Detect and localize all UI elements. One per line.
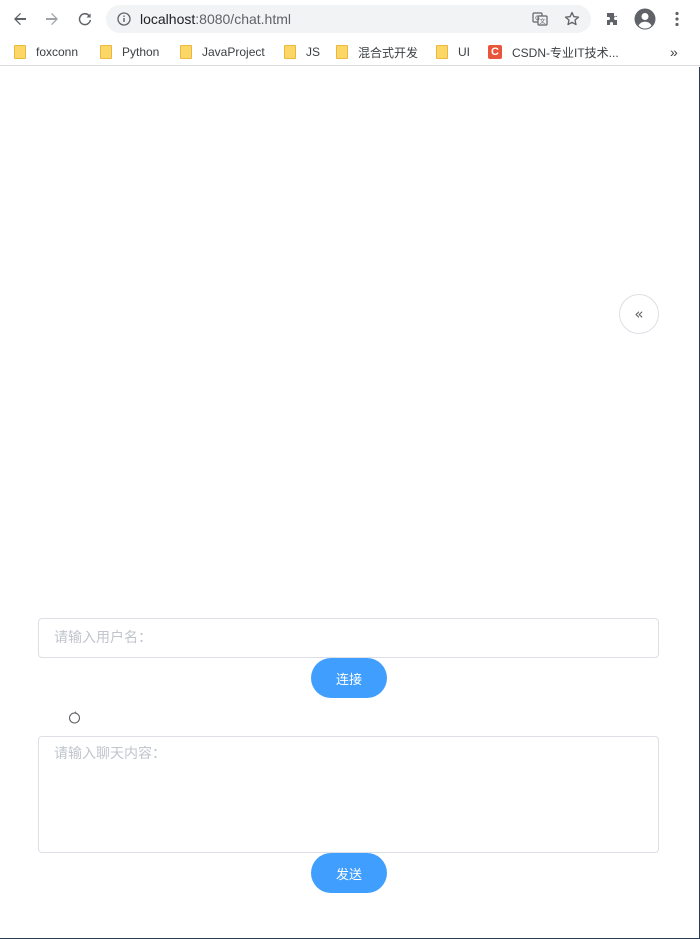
folder-icon [100, 45, 112, 59]
menu-icon[interactable] [665, 7, 689, 31]
bookmark-csdn[interactable]: C CSDN-专业IT技术... [488, 43, 619, 61]
folder-icon [180, 45, 192, 59]
message-textarea[interactable] [38, 736, 659, 853]
folder-icon [14, 45, 26, 59]
send-button[interactable]: 发送 [311, 853, 387, 893]
extensions-icon[interactable] [601, 7, 625, 31]
bookmark-python[interactable]: Python [100, 43, 159, 61]
url-text: localhost:8080/chat.html [140, 11, 291, 27]
address-bar[interactable]: localhost:8080/chat.html 文G [106, 5, 591, 33]
info-icon[interactable] [114, 9, 134, 29]
translate-icon[interactable]: 文G [530, 9, 550, 29]
bookmark-label: UI [458, 45, 470, 59]
reload-icon[interactable] [73, 7, 97, 31]
bookmark-foxconn[interactable]: foxconn [14, 43, 78, 61]
bookmark-label: JS [306, 45, 321, 59]
svg-text:G: G [535, 15, 540, 22]
folder-icon [284, 45, 296, 59]
bookmark-ui[interactable]: UI [436, 43, 470, 61]
chat-page: « 连接 发送 [0, 67, 700, 939]
svg-text:文: 文 [539, 18, 545, 26]
url-host: localhost [140, 11, 196, 27]
star-icon[interactable] [562, 9, 582, 29]
folder-icon [336, 45, 348, 59]
bookmark-javaproject[interactable]: JavaProject [180, 43, 265, 61]
bookmark-label: Python [122, 45, 160, 59]
double-chevron-left-icon: « [634, 305, 644, 323]
emoji-icon[interactable] [67, 710, 81, 724]
bookmark-hybrid-dev[interactable]: 混合式开发 [336, 43, 418, 61]
connect-button[interactable]: 连接 [311, 658, 387, 698]
csdn-icon: C [488, 45, 502, 59]
bookmark-label: 混合式开发 [358, 45, 419, 60]
back-icon[interactable] [8, 7, 32, 31]
bookmark-js[interactable]: JS [284, 43, 320, 61]
collapse-toggle-button[interactable]: « [619, 294, 659, 334]
bookmark-label: JavaProject [202, 45, 265, 59]
bookmarks-bar: foxconn Python JavaProject JS 混合式开发 UI C… [0, 38, 700, 66]
forward-icon[interactable] [40, 7, 64, 31]
profile-icon[interactable] [633, 7, 657, 31]
url-path: :8080/chat.html [195, 11, 291, 27]
bookmarks-overflow-button[interactable]: » [670, 43, 678, 61]
browser-toolbar: localhost:8080/chat.html 文G [0, 0, 700, 38]
bookmark-label: CSDN-专业IT技术... [512, 45, 619, 60]
bookmark-label: foxconn [36, 45, 79, 59]
username-input[interactable] [38, 618, 659, 658]
folder-icon [436, 45, 448, 59]
